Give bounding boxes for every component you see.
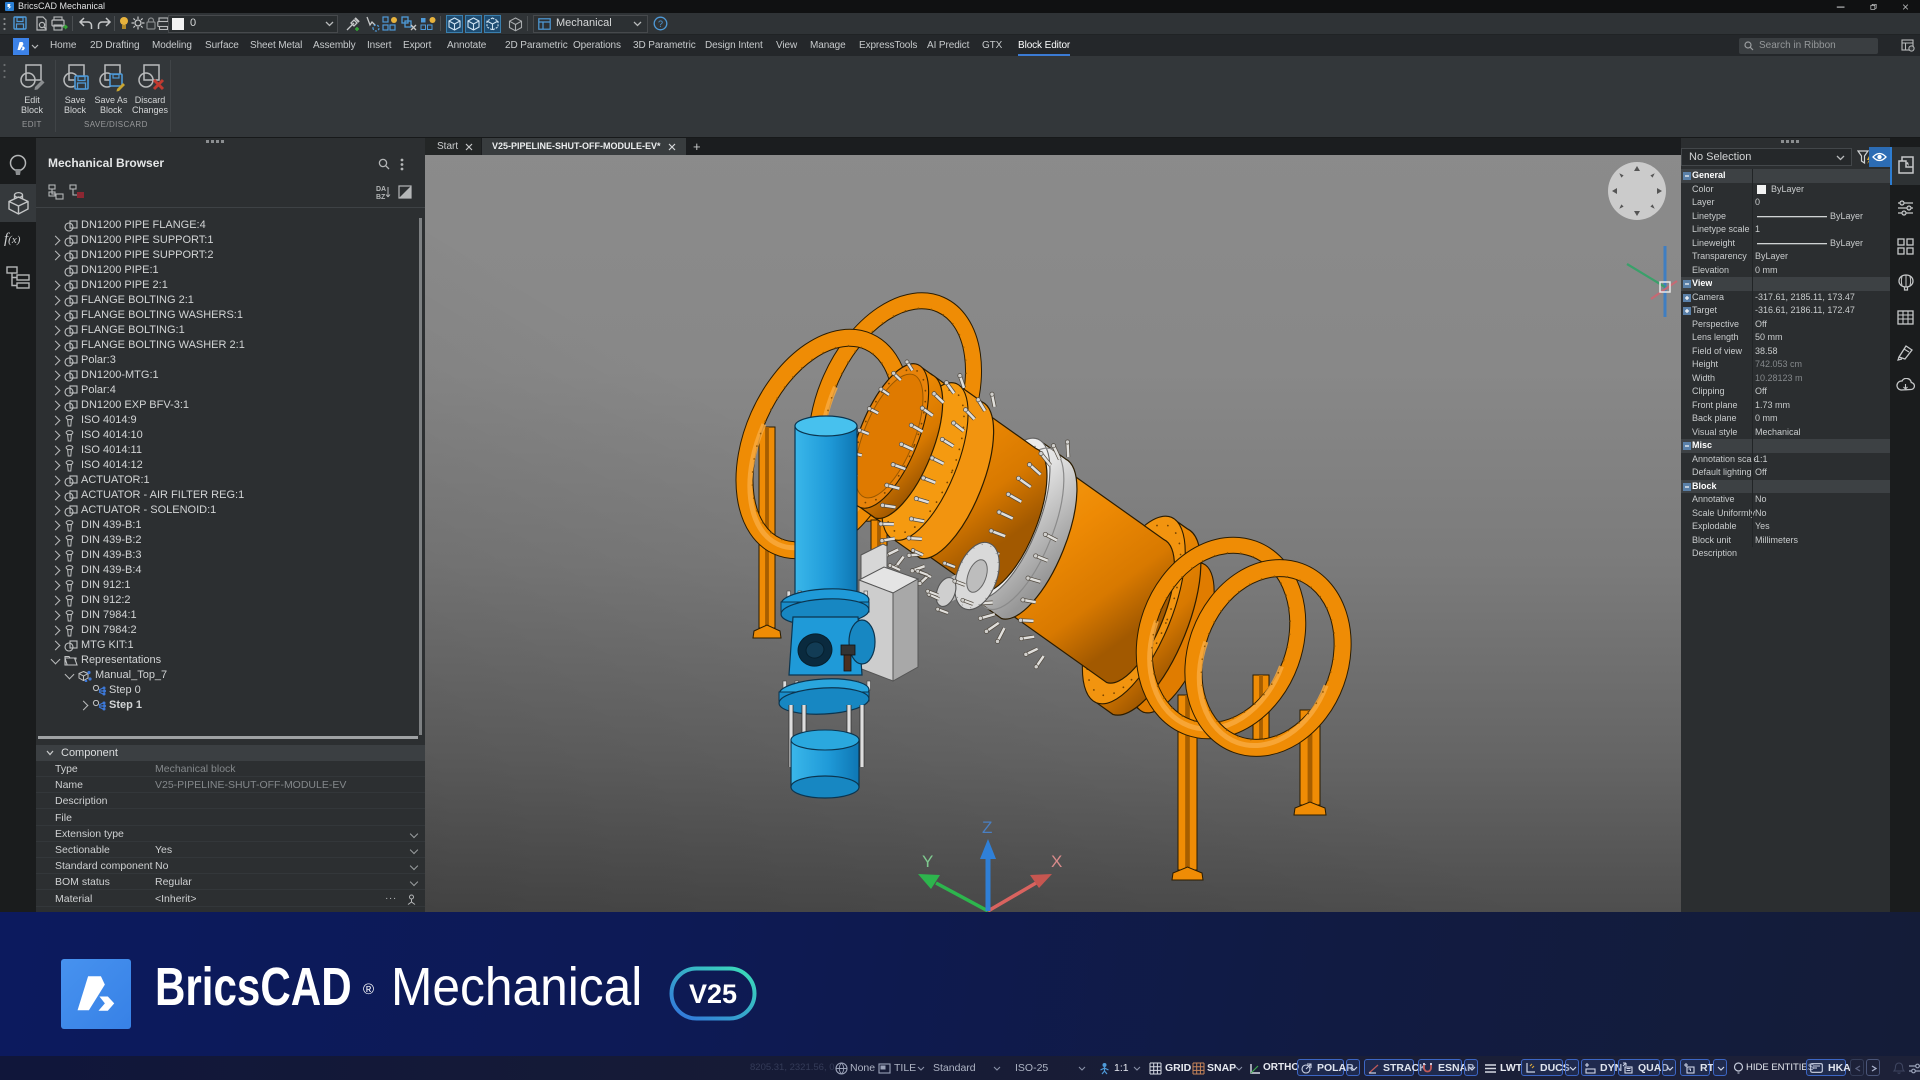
svg-text:Y: Y <box>922 852 933 871</box>
svg-text:DA: DA <box>376 186 386 193</box>
svg-text:BZ: BZ <box>376 194 386 200</box>
svg-text:V25: V25 <box>689 979 737 1009</box>
svg-text:Z: Z <box>982 818 992 837</box>
svg-text:?: ? <box>658 19 663 29</box>
svg-text:X: X <box>1051 852 1062 871</box>
